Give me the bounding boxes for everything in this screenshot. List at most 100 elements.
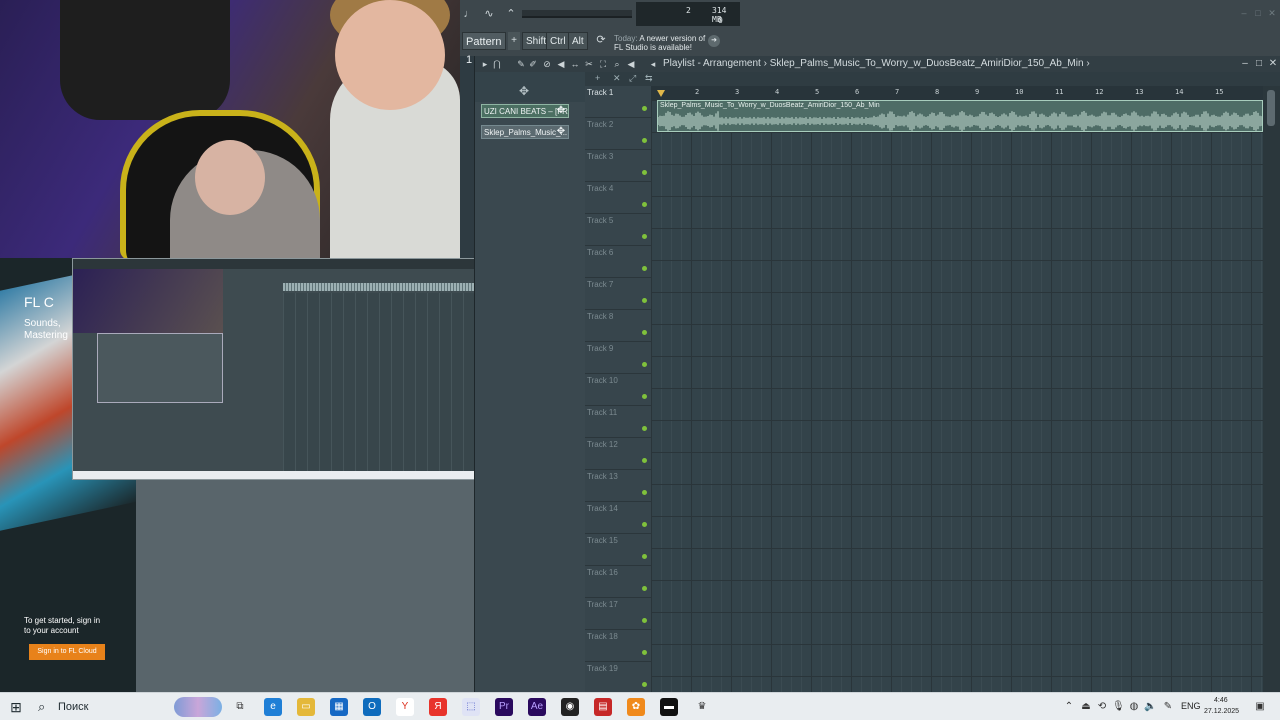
track-name[interactable]: Track 8	[587, 312, 613, 321]
search-icon[interactable]: ⌕	[38, 699, 52, 715]
store-icon[interactable]: ▦	[330, 698, 348, 716]
track-row[interactable]: Track 5	[585, 214, 651, 246]
track-row[interactable]: Track 2	[585, 118, 651, 150]
track-mute-led[interactable]	[642, 490, 647, 495]
track-row[interactable]: Track 1	[585, 86, 651, 118]
news-icon[interactable]: ⟳	[592, 32, 610, 48]
crown-app-icon[interactable]: ♛	[693, 698, 711, 716]
track-name[interactable]: Track 6	[587, 248, 613, 257]
brush-icon[interactable]: ✐	[527, 58, 539, 70]
sign-in-fl-cloud-button[interactable]: Sign in to FL Cloud	[29, 644, 105, 660]
obs-icon[interactable]: ◉	[561, 698, 579, 716]
notifications-icon[interactable]: ▣	[1254, 701, 1266, 713]
track-name[interactable]: Track 17	[587, 600, 618, 609]
track-row[interactable]: Track 11	[585, 406, 651, 438]
speaker-icon[interactable]: ◀	[625, 58, 637, 70]
playhead-marker[interactable]	[657, 90, 665, 97]
task-view-icon[interactable]: ⧉	[231, 698, 249, 716]
add-pattern-button[interactable]: +	[508, 32, 520, 50]
track-name[interactable]: Track 16	[587, 568, 618, 577]
after-effects-icon[interactable]: Ae	[528, 698, 546, 716]
maximize-icon[interactable]: □	[1252, 8, 1264, 20]
master-volume-slider[interactable]	[522, 10, 632, 18]
track-name[interactable]: Track 1	[587, 88, 613, 97]
track-mute-led[interactable]	[642, 618, 647, 623]
track-mute-led[interactable]	[642, 106, 647, 111]
terminal-icon[interactable]: ▬	[660, 698, 678, 716]
track-row[interactable]: Track 7	[585, 278, 651, 310]
tray-usb-icon[interactable]: ⏏	[1080, 701, 1092, 713]
track-mute-led[interactable]	[642, 330, 647, 335]
tray-chevron-icon[interactable]: ⌃	[1063, 701, 1075, 713]
track-mute-led[interactable]	[642, 362, 647, 367]
search-highlight-image[interactable]	[174, 697, 222, 717]
track-name[interactable]: Track 12	[587, 440, 618, 449]
minimize-icon[interactable]: –	[1238, 8, 1250, 20]
slice-icon[interactable]: ✂	[583, 58, 595, 70]
window-options-icon[interactable]: ◂	[647, 58, 659, 70]
teams-icon[interactable]: ⬚	[462, 698, 480, 716]
track-name[interactable]: Track 2	[587, 120, 613, 129]
track-mute-led[interactable]	[642, 266, 647, 271]
track-name[interactable]: Track 18	[587, 632, 618, 641]
alt-button[interactable]: Alt	[568, 32, 588, 50]
track-name[interactable]: Track 15	[587, 536, 618, 545]
magnet-icon[interactable]: ⋂	[491, 58, 503, 70]
tray-mic-icon[interactable]: 🎙	[1112, 701, 1125, 713]
tray-sync-icon[interactable]: ⟲	[1096, 701, 1108, 713]
outlook-icon[interactable]: O	[363, 698, 381, 716]
track-mute-led[interactable]	[642, 202, 647, 207]
track-row[interactable]: Track 9	[585, 342, 651, 374]
track-name[interactable]: Track 4	[587, 184, 613, 193]
zoom-icon[interactable]: ⌕	[611, 58, 623, 70]
track-name[interactable]: Track 19	[587, 664, 618, 673]
track-name[interactable]: Track 7	[587, 280, 613, 289]
tempo-icon[interactable]: ♩	[460, 6, 478, 22]
audio-clip[interactable]: Sklep_Palms_Music_To_Worry_w_DuosBeatz_A…	[657, 100, 1263, 132]
pencil-icon[interactable]: ✎	[515, 58, 527, 70]
fl-studio-icon[interactable]: ✿	[627, 698, 645, 716]
edge-icon[interactable]: e	[264, 698, 282, 716]
wave-icon[interactable]: ∿	[480, 6, 498, 22]
language-indicator[interactable]: ENG	[1181, 701, 1201, 711]
track-mute-led[interactable]	[642, 138, 647, 143]
track-mute-led[interactable]	[642, 426, 647, 431]
mute-icon[interactable]: ◀	[555, 58, 567, 70]
tray-wifi-icon[interactable]: ◍	[1128, 701, 1140, 713]
pattern-selector[interactable]: Pattern 1	[462, 32, 506, 66]
picker-clip-add-icon[interactable]: ✥	[555, 104, 567, 118]
track-row[interactable]: Track 14	[585, 502, 651, 534]
tray-volume-icon[interactable]: 🔈	[1144, 701, 1156, 713]
play-arrow-icon[interactable]: ▸	[479, 58, 491, 70]
clock-time[interactable]: 4:46	[1214, 697, 1228, 704]
track-mute-led[interactable]	[642, 522, 647, 527]
yandex-browser-icon[interactable]: Y	[396, 698, 414, 716]
track-row[interactable]: Track 6	[585, 246, 651, 278]
track-row[interactable]: Track 15	[585, 534, 651, 566]
vertical-scrollbar[interactable]	[1263, 86, 1280, 692]
track-row[interactable]: Track 16	[585, 566, 651, 598]
playlist-maximize-icon[interactable]: □	[1253, 58, 1265, 70]
file-explorer-icon[interactable]: ▭	[297, 698, 315, 716]
track-row[interactable]: Track 19	[585, 662, 651, 694]
slip-icon[interactable]: ↔	[569, 58, 581, 70]
track-mute-led[interactable]	[642, 234, 647, 239]
track-name[interactable]: Track 11	[587, 408, 617, 417]
track-row[interactable]: Track 12	[585, 438, 651, 470]
premiere-icon[interactable]: Pr	[495, 698, 513, 716]
move-arrows-icon[interactable]: ✥	[519, 84, 529, 98]
track-name[interactable]: Track 3	[587, 152, 613, 161]
track-row[interactable]: Track 13	[585, 470, 651, 502]
playlist-minimize-icon[interactable]: –	[1239, 58, 1251, 70]
arrangement-grid[interactable]	[651, 100, 1263, 692]
yandex-icon[interactable]: Я	[429, 698, 447, 716]
track-row[interactable]: Track 18	[585, 630, 651, 662]
winrar-icon[interactable]: ▤	[594, 698, 612, 716]
clock-date[interactable]: 27.12.2025	[1204, 708, 1239, 715]
picker-clip-add-icon[interactable]: ✥	[555, 125, 567, 139]
close-icon[interactable]: ✕	[1266, 8, 1278, 20]
track-name[interactable]: Track 13	[587, 472, 618, 481]
track-mute-led[interactable]	[642, 554, 647, 559]
track-name[interactable]: Track 9	[587, 344, 613, 353]
select-icon[interactable]: ⛶	[597, 58, 609, 70]
